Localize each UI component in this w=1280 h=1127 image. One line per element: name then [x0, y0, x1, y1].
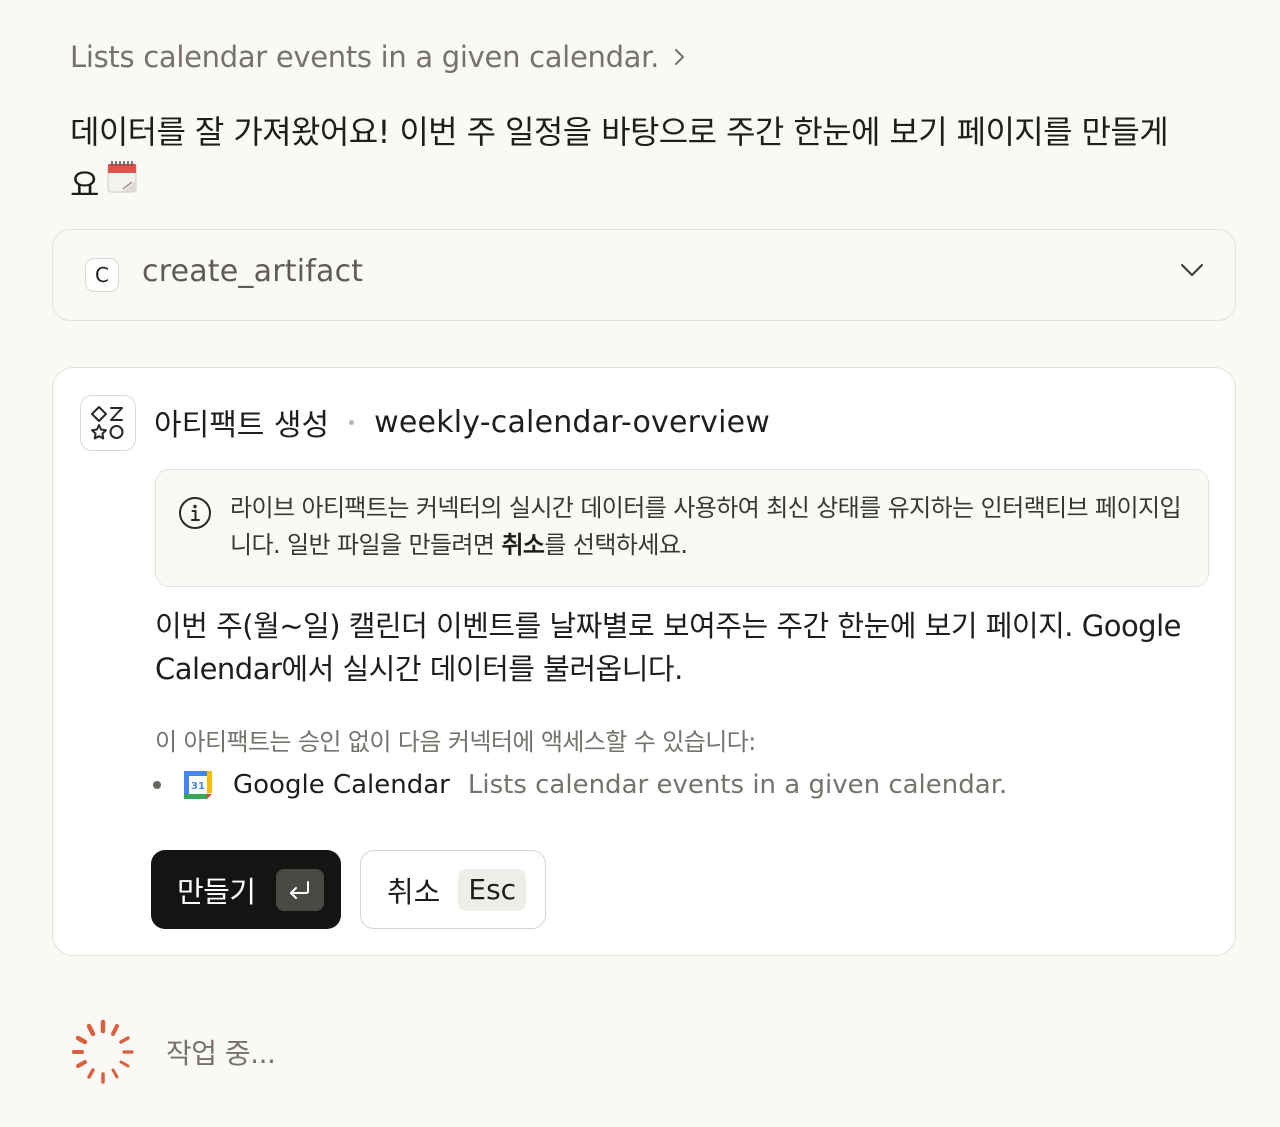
connector-item: 31 Google Calendar Lists calendar events… [153, 770, 1007, 800]
artifact-slug: weekly-calendar-overview [374, 404, 771, 440]
cancel-button-label: 취소 [387, 874, 441, 909]
loading-spinner-icon [72, 1019, 134, 1084]
info-text-before: 라이브 아티팩트는 커넥터의 실시간 데이터를 사용하여 최신 상태를 유지하는… [230, 494, 1182, 559]
google-calendar-icon: 31 [184, 771, 212, 799]
bullet-dot [153, 781, 161, 789]
info-text-after: 를 선택하세요. [544, 531, 688, 559]
spiral-calendar-icon [105, 158, 139, 211]
connector-name: Google Calendar [233, 770, 450, 800]
create-button-label: 만들기 [177, 874, 256, 909]
enter-key-icon [275, 868, 324, 911]
tool-name: create_artifact [142, 254, 364, 289]
artifact-header: 아티팩트 생성 weekly-calendar-overview [154, 400, 770, 444]
tool-result-link[interactable]: Lists calendar events in a given calenda… [70, 40, 687, 74]
connector-description: Lists calendar events in a given calenda… [467, 770, 1008, 800]
tool-badge: C [85, 258, 119, 292]
info-text: 라이브 아티팩트는 커넥터의 실시간 데이터를 사용하여 최신 상태를 유지하는… [230, 490, 1190, 564]
artifact-title: 아티팩트 생성 [154, 408, 330, 443]
message-text: 데이터를 잘 가져왔어요! 이번 주 일정을 바탕으로 주간 한눈에 보기 페이… [70, 113, 1169, 204]
cancel-button[interactable]: 취소 Esc [360, 850, 546, 929]
chevron-down-icon[interactable] [1179, 262, 1205, 278]
info-notice: 라이브 아티팩트는 커넥터의 실시간 데이터를 사용하여 최신 상태를 유지하는… [155, 469, 1209, 587]
working-status-text: 작업 중... [166, 1037, 276, 1070]
create-button[interactable]: 만들기 [151, 850, 341, 929]
calendar-day-number: 31 [191, 781, 205, 792]
tool-result-label: Lists calendar events in a given calenda… [70, 40, 660, 74]
connector-access-note: 이 아티팩트는 승인 없이 다음 커넥터에 액세스할 수 있습니다: [155, 728, 756, 756]
artifact-description: 이번 주(월~일) 캘린더 이벤트를 날짜별로 보여주는 주간 한눈에 보기 페… [155, 609, 1182, 686]
esc-key-hint: Esc [458, 868, 527, 911]
info-icon [179, 497, 211, 529]
tool-call-create-artifact[interactable]: C create_artifact [52, 229, 1236, 321]
working-status: 작업 중... [70, 1019, 276, 1085]
artifact-shapes-icon [80, 395, 136, 451]
assistant-message: 데이터를 잘 가져왔어요! 이번 주 일정을 바탕으로 주간 한눈에 보기 페이… [70, 106, 1190, 212]
artifact-approval-card: 아티팩트 생성 weekly-calendar-overview 라이브 아티팩… [52, 367, 1236, 956]
chevron-right-icon [675, 49, 685, 65]
separator-dot [349, 419, 355, 425]
info-text-bold: 취소 [501, 531, 545, 559]
